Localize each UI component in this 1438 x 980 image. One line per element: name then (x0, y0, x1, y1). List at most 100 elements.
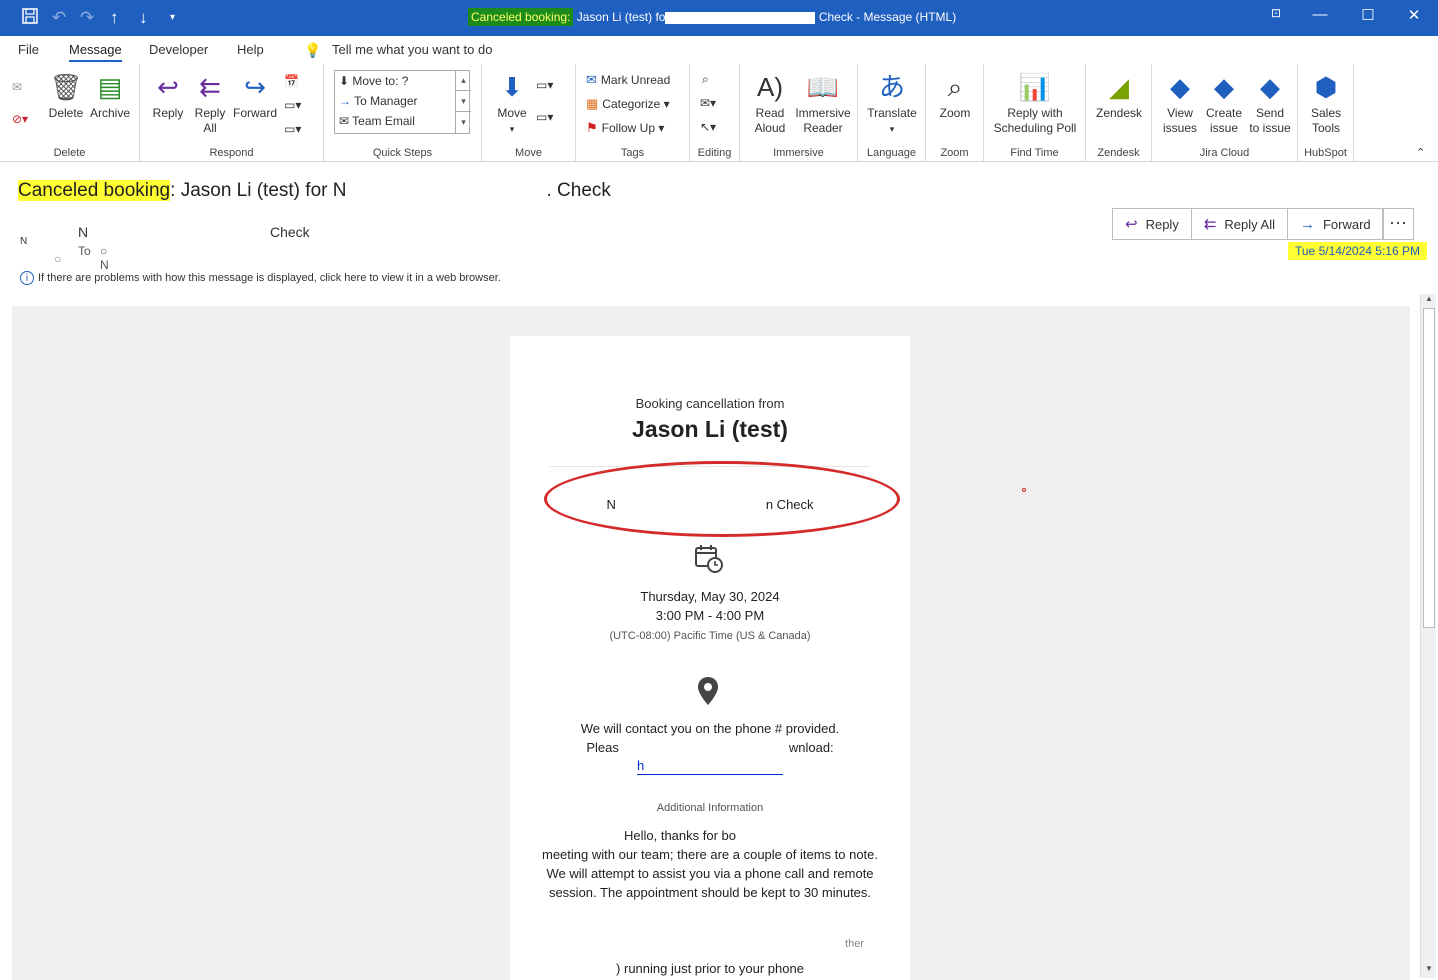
junk-icon[interactable]: ⊘▾ (12, 112, 28, 126)
respond-group: ↩ Reply ⇇ Reply All ↪ Forward 📅 ▭▾ ▭▾ Re… (140, 64, 324, 162)
customize-toolbar-icon[interactable]: ▾ (170, 8, 175, 28)
next-item-icon[interactable]: ↓ (139, 8, 148, 28)
undo-icon[interactable]: ↶ (52, 8, 66, 28)
quick-steps-group: ⬇ Move to: ? → To Manager ✉ Team Email ▴… (324, 64, 482, 162)
view-issues-button[interactable]: ◆ View issues (1158, 72, 1202, 136)
close-button[interactable]: ✕ (1394, 6, 1434, 24)
tab-help[interactable]: Help (237, 42, 264, 57)
search-icon[interactable]: ⌕ (702, 72, 709, 87)
mark-unread-icon: ✉ (586, 72, 597, 87)
redo-icon[interactable]: ↷ (80, 8, 94, 28)
collapse-ribbon-icon[interactable]: ⌃ (1416, 146, 1425, 159)
delete-button[interactable]: 🗑 Delete (46, 72, 86, 121)
tab-developer[interactable]: Developer (149, 42, 208, 57)
ribbon: ✉ ⊘▾ 🗑 Delete ▤ Archive Delete ↩ Reply ⇇… (0, 64, 1438, 162)
read-aloud-button[interactable]: A) Read Aloud (746, 72, 794, 136)
scroll-thumb[interactable] (1423, 308, 1435, 628)
translate-button[interactable]: あ Translate ▾ (864, 72, 920, 137)
window-title: Canceled booking: Jason Li (test) fo Che… (468, 8, 956, 26)
quick-step-to-manager[interactable]: → To Manager (339, 94, 418, 108)
reply-all-button[interactable]: ⇇ Reply All (190, 72, 230, 136)
mark-unread-button[interactable]: ✉ Mark Unread (586, 72, 670, 88)
reply-button-header[interactable]: ↩ Reply (1113, 209, 1192, 239)
meeting-icon[interactable]: 📅 (284, 74, 299, 88)
move-button[interactable]: ⬇ Move ▾ (490, 72, 534, 137)
zoom-group: ⌕ Zoom Zoom (926, 64, 984, 162)
follow-up-button[interactable]: ⚑ Follow Up ▾ (586, 120, 664, 136)
message-actions: ↩ Reply ⇇ Reply All → Forward (1112, 208, 1384, 240)
sender-name-partial[interactable]: N (78, 224, 88, 240)
rules-icon[interactable]: ▭▾ (536, 78, 553, 92)
sales-tools-button[interactable]: ⬢ Sales Tools (1304, 72, 1348, 136)
subject-end: . Check (546, 180, 611, 201)
flag-icon: ⚑ (586, 120, 598, 135)
hubspot-group: ⬢ Sales Tools HubSpot (1298, 64, 1354, 162)
title-bar: ↶ ↷ ↑ ↓ ▾ Canceled booking: Jason Li (te… (0, 0, 1438, 36)
zoom-button[interactable]: ⌕ Zoom (932, 72, 978, 121)
magnifier-icon: ⌕ (947, 72, 963, 102)
presence-icon: ○ (54, 252, 62, 266)
immersive-group-label: Immersive (773, 147, 824, 159)
info-bar[interactable]: i If there are problems with how this mes… (20, 271, 501, 285)
envelope-icon: ✉ (339, 114, 353, 128)
quick-step-move-to[interactable]: ⬇ Move to: ? (339, 74, 408, 88)
scroll-down-icon[interactable]: ▼ (1422, 964, 1436, 976)
quick-steps-scroll[interactable]: ▴ ▾ ▾ (455, 70, 471, 134)
language-group: あ Translate ▾ Language (858, 64, 926, 162)
im-icon[interactable]: ▭▾ (284, 98, 301, 112)
additional-info-text: Hello, thanks for bo meeting with our te… (542, 828, 879, 900)
send-to-issue-button[interactable]: ◆ Send to issue (1246, 72, 1294, 136)
minimize-button[interactable]: — (1300, 6, 1340, 23)
forward-button-header[interactable]: → Forward (1288, 209, 1383, 239)
info-icon: i (20, 271, 34, 285)
immersive-reader-button[interactable]: 📖 Immersive Reader (792, 72, 854, 136)
jira-view-icon: ◆ (1170, 72, 1190, 102)
redaction (736, 830, 796, 843)
reply-all-button-header[interactable]: ⇇ Reply All (1192, 209, 1288, 239)
ignore-icon[interactable]: ✉ (12, 80, 22, 94)
maximize-button[interactable]: ☐ (1348, 6, 1388, 24)
reply-icon: ↩ (157, 72, 179, 102)
tell-me-search[interactable]: Tell me what you want to do (332, 42, 492, 57)
quick-step-team-email[interactable]: ✉ Team Email (339, 114, 415, 128)
download-link[interactable]: h (637, 758, 783, 775)
sender-avatar[interactable]: N (20, 236, 27, 247)
lightbulb-icon: 💡 (304, 42, 322, 58)
onenote-icon[interactable]: ▭▾ (536, 110, 553, 124)
forward-icon: ↪ (244, 72, 266, 102)
more-actions-button[interactable]: ··· (1382, 208, 1414, 240)
red-annotation-oval (544, 461, 900, 537)
related-icon[interactable]: ✉▾ (700, 96, 716, 110)
ribbon-display-icon[interactable]: ⊡ (1256, 6, 1296, 20)
archive-button[interactable]: ▤ Archive (88, 72, 132, 121)
categorize-button[interactable]: ▦ Categorize ▾ (586, 96, 670, 112)
more-respond-icon[interactable]: ▭▾ (284, 122, 301, 136)
subject-partial: N (332, 180, 347, 201)
chevron-up-icon[interactable]: ▴ (456, 70, 471, 91)
vertical-scrollbar[interactable]: ▲ ▼ (1420, 294, 1436, 978)
reply-all-icon: ⇇ (199, 72, 221, 102)
reply-scheduling-poll-button[interactable]: 📊 Reply with Scheduling Poll (988, 72, 1082, 136)
save-icon[interactable] (22, 8, 38, 29)
find-time-group-label: Find Time (1010, 147, 1059, 159)
zendesk-button[interactable]: ◢ Zendesk (1092, 72, 1146, 121)
tab-file[interactable]: File (18, 42, 39, 57)
email-card: Booking cancellation from Jason Li (test… (510, 336, 910, 980)
red-annotation-dot (1022, 488, 1026, 492)
delete-group-label: Delete (53, 147, 86, 159)
jira-cloud-group: ◆ View issues ◆ Create issue ◆ Send to i… (1152, 64, 1298, 162)
trash-icon: 🗑 (49, 72, 83, 102)
select-icon[interactable]: ↖▾ (700, 120, 716, 134)
tab-message[interactable]: Message (69, 42, 122, 62)
expand-gallery-icon[interactable]: ▾ (456, 112, 471, 133)
title-end: Check (818, 10, 853, 24)
forward-button[interactable]: ↪ Forward (232, 72, 278, 121)
create-issue-button[interactable]: ◆ Create issue (1202, 72, 1246, 136)
recipient-partial[interactable]: ○ N (100, 244, 109, 272)
sender-name-end[interactable]: Check (270, 224, 310, 240)
chevron-down-icon[interactable]: ▾ (456, 91, 471, 112)
scroll-up-icon[interactable]: ▲ (1422, 294, 1436, 306)
appointment-date: Thursday, May 30, 2024 (640, 589, 780, 604)
previous-item-icon[interactable]: ↑ (110, 8, 119, 28)
reply-button[interactable]: ↩ Reply (148, 72, 188, 121)
